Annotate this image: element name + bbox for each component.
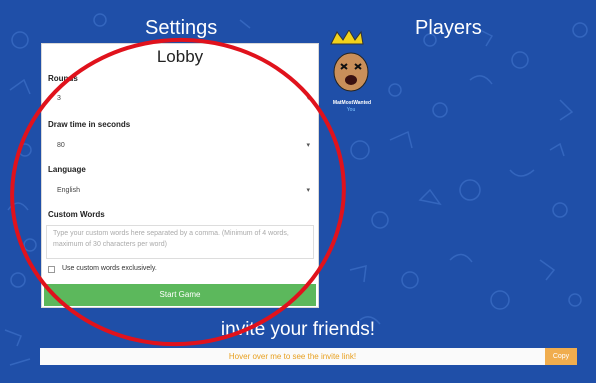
- exclusive-words-label: Use custom words exclusively.: [62, 265, 157, 272]
- draw-time-select[interactable]: 80 ▾: [46, 138, 314, 154]
- language-value: English: [57, 187, 80, 194]
- settings-heading: Settings: [145, 17, 218, 39]
- caret-down-icon: ▾: [306, 187, 310, 194]
- caret-down-icon: ▾: [306, 95, 310, 102]
- start-game-button[interactable]: Start Game: [44, 284, 316, 306]
- avatar-icon: [330, 29, 369, 92]
- copy-button[interactable]: Copy: [545, 348, 577, 365]
- rounds-value: 3: [57, 95, 61, 102]
- language-select[interactable]: English ▾: [46, 183, 314, 199]
- rounds-label: Rounds: [48, 74, 78, 83]
- players-heading: Players: [415, 17, 482, 39]
- player-card[interactable]: MatMostWanted You: [329, 29, 373, 125]
- exclusive-words-checkbox[interactable]: [48, 266, 55, 273]
- custom-words-label: Custom Words: [48, 210, 105, 219]
- lobby-title: Lobby: [156, 47, 204, 66]
- draw-time-label: Draw time in seconds: [48, 120, 131, 129]
- lobby-panel: Lobby Rounds 3 ▾ Draw time in seconds 80…: [41, 43, 319, 308]
- invite-link-bar[interactable]: Hover over me to see the invite link!: [40, 348, 545, 365]
- invite-heading: invite your friends!: [220, 319, 376, 340]
- player-name: MatMostWanted: [332, 100, 372, 106]
- player-you-label: You: [346, 107, 356, 113]
- custom-words-input[interactable]: Type your custom words here separated by…: [46, 225, 314, 259]
- caret-down-icon: ▾: [306, 142, 310, 149]
- language-label: Language: [48, 165, 86, 174]
- rounds-select[interactable]: 3 ▾: [46, 91, 314, 107]
- draw-time-value: 80: [57, 142, 65, 149]
